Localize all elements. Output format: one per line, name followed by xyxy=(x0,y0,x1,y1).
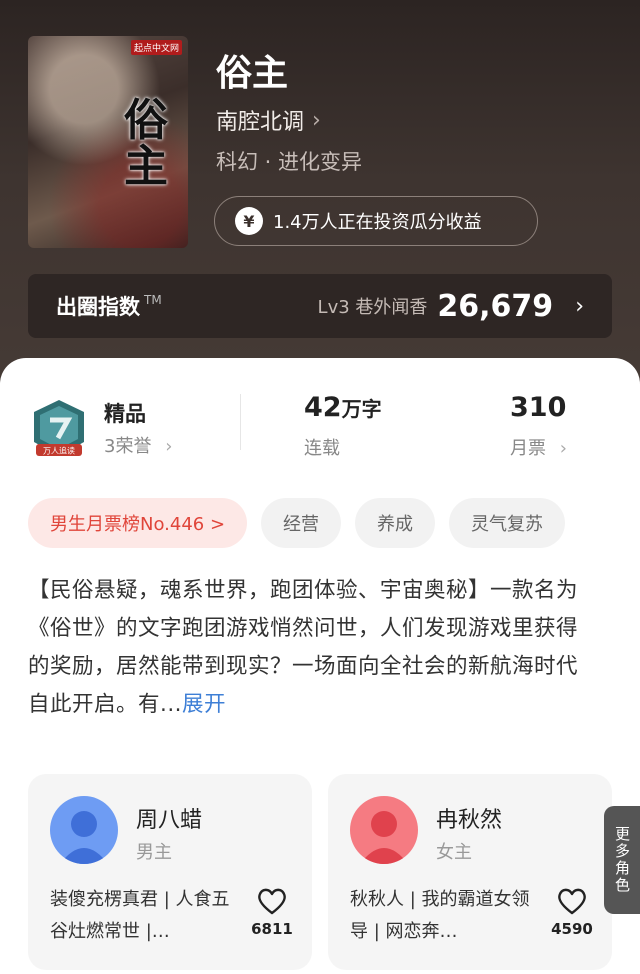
honor-count: 3荣誉 xyxy=(104,436,152,457)
trademark-mark: TM xyxy=(144,293,162,307)
more-characters-button[interactable]: 更多角色 xyxy=(604,806,640,914)
popularity-index-bar[interactable]: 出圈指数 TM Lv3 巷外闻香 26,679 › xyxy=(28,274,612,338)
author-name: 南腔北调 xyxy=(216,110,305,135)
character-bio: 秋秋人 | 我的霸道女领导 | 网恋奔… xyxy=(350,889,530,942)
chevron-right-icon: › xyxy=(559,438,567,459)
book-detail-card: 万人追读 精品 3荣誉 › 42万字 连载 310 月票 › 男生月票榜No.4… xyxy=(0,358,640,974)
ranking-tag[interactable]: 男生月票榜No.446 > xyxy=(28,498,248,548)
serial-status: 连载 xyxy=(304,438,340,459)
chevron-right-icon: › xyxy=(165,436,173,457)
like-count: 6811 xyxy=(251,920,293,938)
more-characters-label: 更多角色 xyxy=(613,826,631,894)
monthly-ticket-label: 月票 xyxy=(510,438,546,459)
author-link[interactable]: 南腔北调 › xyxy=(216,104,321,136)
popularity-value: 26,679 xyxy=(437,288,554,324)
character-name: 冉秋然 xyxy=(436,808,503,833)
character-role: 男主 xyxy=(136,842,172,863)
heart-icon[interactable] xyxy=(556,886,588,916)
character-card[interactable]: 冉秋然 女主 秋秋人 | 我的霸道女领导 | 网恋奔… 4590 xyxy=(328,774,612,970)
tag-item[interactable]: 养成 xyxy=(355,498,436,548)
tag-item[interactable]: 经营 xyxy=(261,498,342,548)
description-text: 【民俗悬疑，魂系世界，跑团体验、宇宙奥秘】一款名为《俗世》的文字跑团游戏悄然问世… xyxy=(28,578,579,717)
word-count: 42万字 xyxy=(304,392,382,423)
heart-icon[interactable] xyxy=(256,886,288,916)
character-card[interactable]: 周八蜡 男主 装傻充楞真君 | 人食五谷灶燃常世 |… 6811 xyxy=(28,774,312,970)
invest-button[interactable]: ¥ 1.4万人正在投资瓜分收益 xyxy=(214,196,538,246)
character-avatar xyxy=(50,796,118,864)
cover-title: 俗主 xyxy=(124,95,168,193)
chevron-right-icon: › xyxy=(575,293,584,319)
monthly-ticket-value: 310 xyxy=(510,392,567,423)
honor-badge-icon[interactable]: 万人追读 xyxy=(30,398,88,460)
tag-row: 男生月票榜No.446 > 经营 养成 灵气复苏 xyxy=(28,498,566,548)
like-count: 4590 xyxy=(551,920,593,938)
honor-link[interactable]: 3荣誉 › xyxy=(104,432,172,458)
honor-badge-text: 万人追读 xyxy=(43,446,75,456)
popularity-level: Lv3 巷外闻香 xyxy=(317,297,428,318)
yen-icon: ¥ xyxy=(235,207,263,235)
chevron-right-icon: › xyxy=(312,107,321,133)
book-cover[interactable]: 起点中文网 俗主 xyxy=(28,36,188,248)
character-avatar xyxy=(350,796,418,864)
invest-label: 1.4万人正在投资瓜分收益 xyxy=(273,212,482,233)
book-description[interactable]: 【民俗悬疑，魂系世界，跑团体验、宇宙奥秘】一款名为《俗世》的文字跑团游戏悄然问世… xyxy=(28,572,598,724)
monthly-ticket-link[interactable]: 月票 › xyxy=(510,434,567,460)
book-title: 俗主 xyxy=(216,53,289,94)
tag-item[interactable]: 灵气复苏 xyxy=(449,498,566,548)
divider xyxy=(240,394,241,450)
popularity-index-label: 出圈指数 xyxy=(56,295,140,319)
cover-publisher-badge: 起点中文网 xyxy=(130,40,182,55)
character-role: 女主 xyxy=(436,842,472,863)
stats-row: 万人追读 精品 3荣誉 › 42万字 连载 310 月票 › xyxy=(0,388,640,468)
character-bio: 装傻充楞真君 | 人食五谷灶燃常世 |… xyxy=(50,889,230,942)
book-header: 起点中文网 俗主 俗主 南腔北调 › 科幻 · 进化变异 ¥ 1.4万人正在投资… xyxy=(0,0,640,400)
honor-title: 精品 xyxy=(104,402,146,426)
character-name: 周八蜡 xyxy=(136,808,203,833)
word-count-value: 42 xyxy=(304,392,342,423)
monthly-ticket-count: 310 xyxy=(510,392,566,423)
book-genre: 科幻 · 进化变异 xyxy=(216,150,363,174)
expand-link[interactable]: 展开 xyxy=(182,692,226,717)
word-count-unit: 万字 xyxy=(341,397,382,421)
